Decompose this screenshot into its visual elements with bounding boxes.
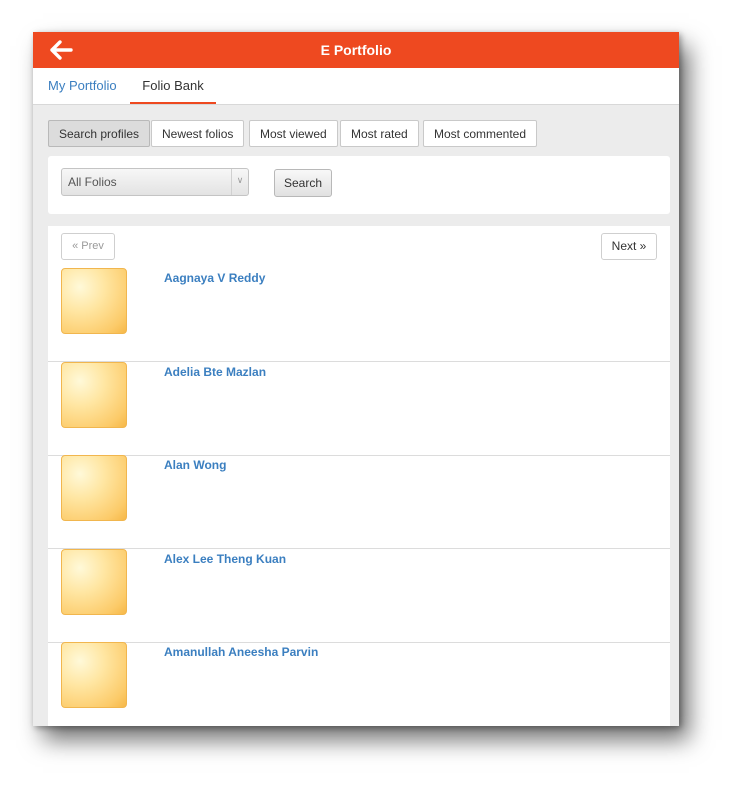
newest-folios-button[interactable]: Newest folios — [151, 120, 245, 147]
folio-filter-select[interactable]: All Folios ∨ — [61, 168, 249, 196]
profile-name[interactable]: Adelia Bte Mazlan — [164, 365, 266, 379]
search-panel: All Folios ∨ Search — [48, 156, 670, 214]
chevron-down-icon: ∨ — [231, 169, 248, 195]
search-profiles-button[interactable]: Search profiles — [48, 120, 151, 147]
app-header: E Portfolio — [33, 32, 679, 68]
most-viewed-button[interactable]: Most viewed — [249, 120, 338, 147]
avatar[interactable] — [61, 268, 127, 334]
folio-filter-select-value: All Folios — [68, 175, 117, 189]
most-commented-button[interactable]: Most commented — [423, 120, 538, 147]
profile-name[interactable]: Aagnaya V Reddy — [164, 271, 265, 285]
avatar[interactable] — [61, 549, 127, 615]
profile-name[interactable]: Alan Wong — [164, 458, 226, 472]
profile-row[interactable]: Aagnaya V Reddy — [48, 268, 670, 362]
e-portfolio-app: E Portfolio My Portfolio Folio Bank Sear… — [33, 32, 679, 726]
avatar[interactable] — [61, 642, 127, 708]
tab-folio-bank[interactable]: Folio Bank — [130, 68, 216, 104]
profile-row[interactable]: Alex Lee Theng Kuan — [48, 549, 670, 643]
profile-row[interactable]: Amanullah Aneesha Parvin — [48, 642, 670, 726]
profile-row[interactable]: Adelia Bte Mazlan — [48, 362, 670, 456]
tab-bar: My Portfolio Folio Bank — [33, 68, 679, 105]
page-title: E Portfolio — [320, 42, 392, 58]
prev-page-button[interactable]: « Prev — [61, 233, 115, 260]
tab-my-portfolio[interactable]: My Portfolio — [48, 68, 117, 104]
most-rated-button[interactable]: Most rated — [340, 120, 419, 147]
avatar[interactable] — [61, 455, 127, 521]
profile-name[interactable]: Amanullah Aneesha Parvin — [164, 645, 318, 659]
search-button[interactable]: Search — [274, 169, 332, 197]
avatar[interactable] — [61, 362, 127, 428]
profile-list: « Prev Next » Aagnaya V Reddy Adelia Bte… — [48, 226, 670, 726]
profile-row[interactable]: Alan Wong — [48, 455, 670, 549]
next-page-button[interactable]: Next » — [601, 233, 657, 260]
profile-name[interactable]: Alex Lee Theng Kuan — [164, 552, 286, 566]
